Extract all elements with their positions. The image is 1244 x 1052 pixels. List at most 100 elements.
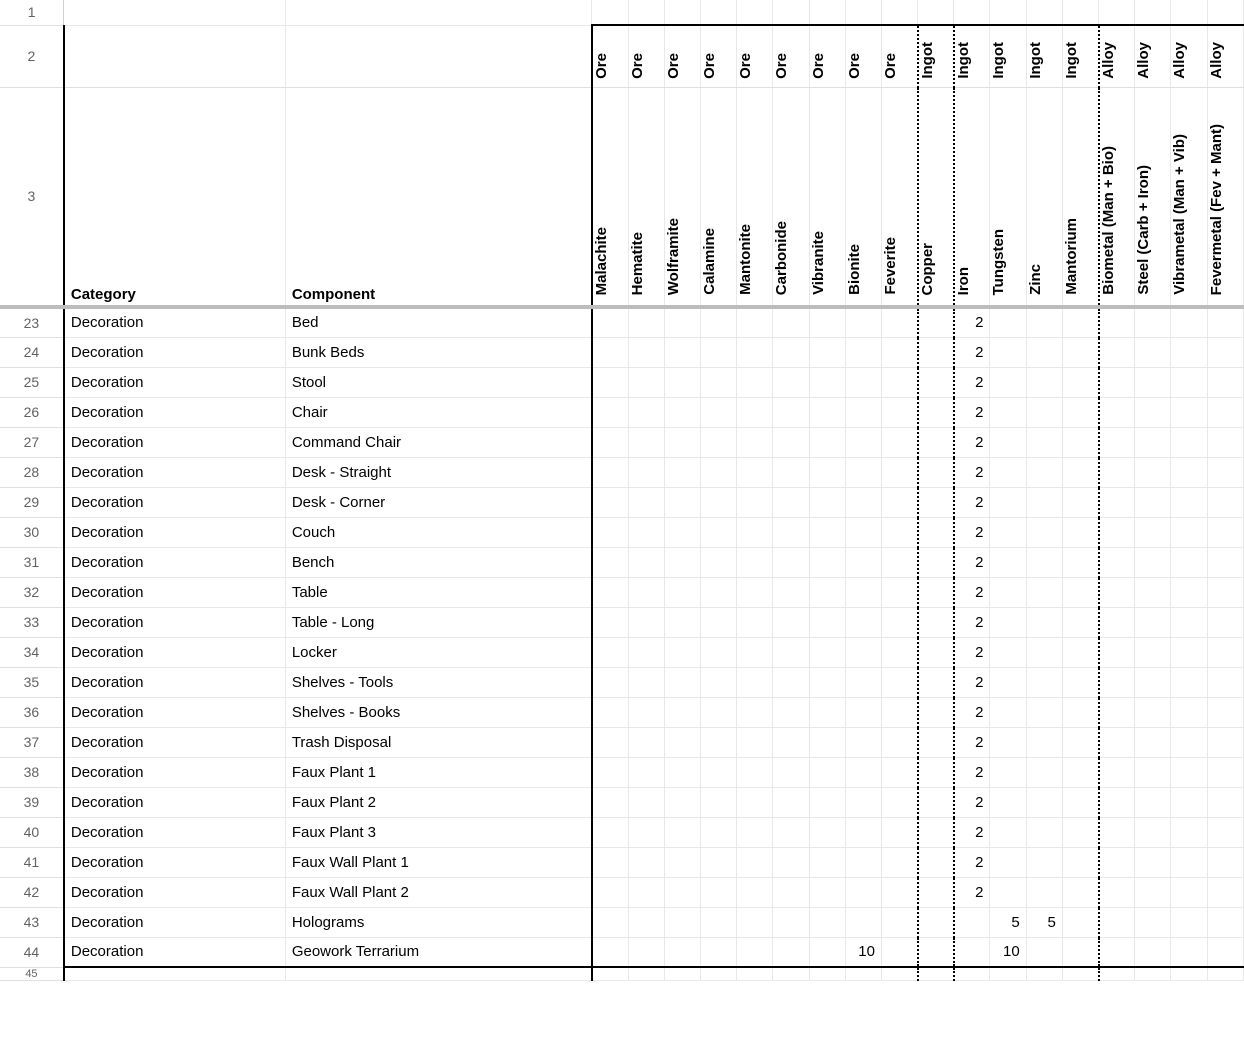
cell[interactable] (1026, 0, 1062, 25)
material-cell[interactable] (918, 877, 954, 907)
material-cell[interactable] (1026, 727, 1062, 757)
material-cell[interactable] (628, 517, 664, 547)
column-header-name[interactable]: Bionite (845, 87, 881, 307)
row-number[interactable]: 45 (0, 967, 64, 980)
material-cell[interactable] (700, 847, 736, 877)
row-number[interactable]: 38 (0, 757, 64, 787)
material-cell[interactable] (990, 547, 1026, 577)
component-cell[interactable]: Bed (285, 307, 592, 337)
material-cell[interactable] (1135, 457, 1171, 487)
material-cell[interactable]: 2 (954, 307, 990, 337)
cell[interactable] (990, 0, 1026, 25)
material-cell[interactable] (700, 787, 736, 817)
material-cell[interactable] (1207, 907, 1243, 937)
material-cell[interactable] (918, 397, 954, 427)
column-header-type[interactable]: Ore (809, 25, 845, 87)
cell[interactable] (64, 25, 285, 87)
material-cell[interactable] (845, 397, 881, 427)
material-cell[interactable] (990, 577, 1026, 607)
material-cell[interactable] (1062, 697, 1098, 727)
material-cell[interactable] (592, 307, 628, 337)
material-cell[interactable] (809, 637, 845, 667)
material-cell[interactable]: 2 (954, 457, 990, 487)
material-cell[interactable] (845, 757, 881, 787)
material-cell[interactable]: 2 (954, 787, 990, 817)
column-header-name[interactable]: Iron (954, 87, 990, 307)
material-cell[interactable] (1207, 427, 1243, 457)
component-cell[interactable]: Bench (285, 547, 592, 577)
cell[interactable] (1135, 0, 1171, 25)
material-cell[interactable] (1135, 487, 1171, 517)
material-cell[interactable] (809, 847, 845, 877)
material-cell[interactable] (1135, 637, 1171, 667)
material-cell[interactable] (700, 937, 736, 967)
column-header-type[interactable]: Ingot (954, 25, 990, 87)
category-cell[interactable]: Decoration (64, 547, 285, 577)
material-cell[interactable] (1171, 697, 1207, 727)
material-cell[interactable] (918, 577, 954, 607)
cell[interactable] (954, 0, 990, 25)
material-cell[interactable] (1026, 427, 1062, 457)
material-cell[interactable]: 2 (954, 757, 990, 787)
component-cell[interactable]: Locker (285, 637, 592, 667)
material-cell[interactable] (1135, 787, 1171, 817)
material-cell[interactable] (592, 787, 628, 817)
material-cell[interactable] (1062, 937, 1098, 967)
column-header-name[interactable]: Tungsten (990, 87, 1026, 307)
material-cell[interactable] (845, 577, 881, 607)
row-number[interactable]: 25 (0, 367, 64, 397)
material-cell[interactable] (1099, 877, 1135, 907)
material-cell[interactable] (918, 547, 954, 577)
component-cell[interactable]: Couch (285, 517, 592, 547)
cell[interactable] (1135, 967, 1171, 980)
material-cell[interactable] (1171, 757, 1207, 787)
material-cell[interactable] (1026, 937, 1062, 967)
material-cell[interactable] (1062, 907, 1098, 937)
material-cell[interactable] (1207, 937, 1243, 967)
row-number[interactable]: 35 (0, 667, 64, 697)
material-cell[interactable]: 2 (954, 337, 990, 367)
material-cell[interactable] (1171, 877, 1207, 907)
category-cell[interactable]: Decoration (64, 427, 285, 457)
material-cell[interactable] (1135, 877, 1171, 907)
material-cell[interactable] (809, 487, 845, 517)
cell[interactable] (773, 967, 809, 980)
material-cell[interactable] (1026, 337, 1062, 367)
material-cell[interactable] (918, 697, 954, 727)
material-cell[interactable] (881, 667, 917, 697)
material-cell[interactable] (773, 367, 809, 397)
material-cell[interactable] (700, 487, 736, 517)
row-number[interactable]: 34 (0, 637, 64, 667)
material-cell[interactable] (1062, 727, 1098, 757)
material-cell[interactable] (700, 517, 736, 547)
material-cell[interactable] (592, 337, 628, 367)
row-number[interactable]: 41 (0, 847, 64, 877)
material-cell[interactable] (1099, 577, 1135, 607)
cell[interactable] (64, 967, 285, 980)
material-cell[interactable] (628, 907, 664, 937)
material-cell[interactable] (809, 667, 845, 697)
material-cell[interactable]: 5 (990, 907, 1026, 937)
material-cell[interactable] (845, 727, 881, 757)
material-cell[interactable] (1099, 847, 1135, 877)
material-cell[interactable] (700, 877, 736, 907)
row-number[interactable]: 29 (0, 487, 64, 517)
column-header-name[interactable]: Fevermetal (Fev + Mant) (1207, 87, 1243, 307)
column-header-type[interactable]: Alloy (1135, 25, 1171, 87)
cell[interactable] (737, 0, 773, 25)
material-cell[interactable] (592, 367, 628, 397)
material-cell[interactable] (664, 397, 700, 427)
component-cell[interactable]: Faux Plant 1 (285, 757, 592, 787)
material-cell[interactable] (664, 547, 700, 577)
material-cell[interactable] (592, 517, 628, 547)
material-cell[interactable]: 2 (954, 637, 990, 667)
material-cell[interactable] (881, 637, 917, 667)
column-header-name[interactable]: Biometal (Man + Bio) (1099, 87, 1135, 307)
material-cell[interactable] (809, 337, 845, 367)
material-cell[interactable] (1062, 667, 1098, 697)
material-cell[interactable] (1207, 487, 1243, 517)
cell[interactable] (592, 967, 628, 980)
material-cell[interactable] (809, 457, 845, 487)
component-cell[interactable]: Faux Wall Plant 2 (285, 877, 592, 907)
cell[interactable] (285, 967, 592, 980)
